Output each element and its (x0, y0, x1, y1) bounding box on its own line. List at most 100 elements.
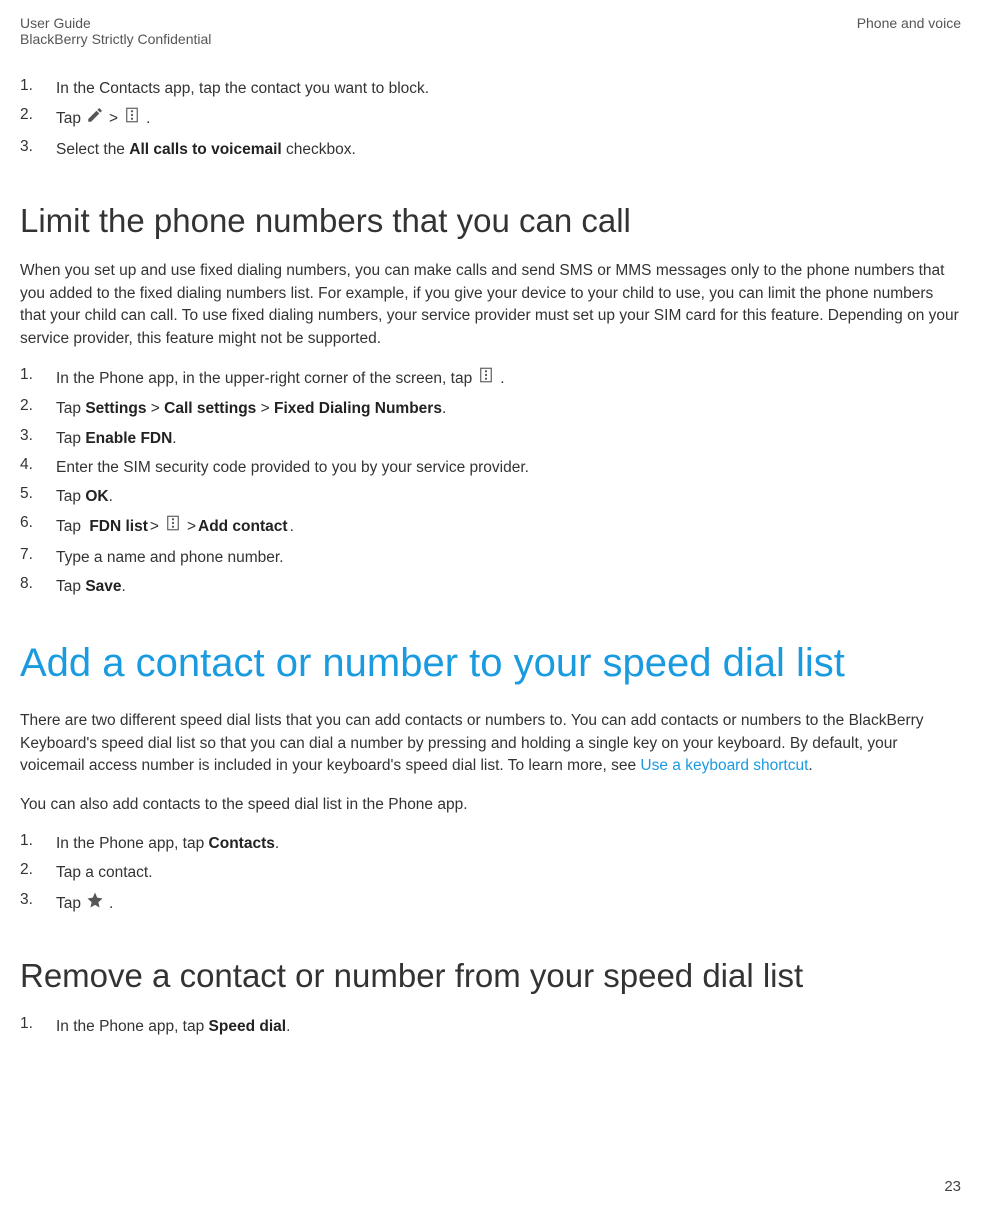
step-text: Enter the SIM security code provided to … (56, 456, 961, 479)
page-number: 23 (944, 1178, 961, 1195)
bold-text: Settings (85, 400, 146, 417)
block1-steps: 1. In the Contacts app, tap the contact … (20, 77, 961, 161)
bold-text: All calls to voicemail (129, 141, 281, 158)
text-fragment: Tap (56, 400, 85, 417)
list-item: 6. Tap FDN list > > Add contact. (20, 514, 961, 539)
header-user-guide: User Guide (20, 15, 211, 31)
list-item: 1. In the Contacts app, tap the contact … (20, 77, 961, 100)
header-left: User Guide BlackBerry Strictly Confident… (20, 15, 211, 47)
text-fragment: > (109, 107, 118, 130)
section2-para2: You can also add contacts to the speed d… (20, 794, 961, 816)
step-text: Tap Enable FDN. (56, 427, 961, 450)
bold-text: Call settings (164, 400, 256, 417)
step-text: In the Phone app, in the upper-right cor… (56, 366, 961, 391)
text-fragment: Select the (56, 141, 129, 158)
list-item: 1. In the Phone app, in the upper-right … (20, 366, 961, 391)
text-fragment: . (275, 835, 279, 852)
link-keyboard-shortcut[interactable]: Use a keyboard shortcut (640, 757, 808, 774)
step-number: 1. (20, 1015, 56, 1038)
text-fragment: Tap (56, 488, 85, 505)
list-item: 8. Tap Save. (20, 575, 961, 598)
section2-steps: 1. In the Phone app, tap Contacts. 2. Ta… (20, 832, 961, 916)
step-text: Tap Settings > Call settings > Fixed Dia… (56, 397, 961, 420)
bold-text: Contacts (209, 835, 275, 852)
header-confidential: BlackBerry Strictly Confidential (20, 31, 211, 47)
more-vert-icon (164, 514, 182, 539)
text-fragment: . (442, 400, 446, 417)
list-item: 5. Tap OK. (20, 485, 961, 508)
bold-text: Save (85, 578, 121, 595)
step-text: In the Contacts app, tap the contact you… (56, 77, 961, 100)
text-fragment: Tap (56, 430, 85, 447)
step-number: 6. (20, 514, 56, 539)
step-number: 3. (20, 138, 56, 161)
step-text: Tap > . (56, 106, 961, 131)
list-item: 1. In the Phone app, tap Contacts. (20, 832, 961, 855)
list-item: 3. Tap Enable FDN. (20, 427, 961, 450)
bold-text: FDN list (89, 515, 148, 538)
text-fragment: . (109, 488, 113, 505)
bold-text: OK (85, 488, 108, 505)
list-item: 2. Tap Settings > Call settings > Fixed … (20, 397, 961, 420)
section3-steps: 1. In the Phone app, tap Speed dial. (20, 1015, 961, 1038)
page-header: User Guide BlackBerry Strictly Confident… (20, 15, 961, 47)
step-number: 1. (20, 77, 56, 100)
step-text: Tap . (56, 891, 961, 916)
text-fragment: . (500, 367, 504, 390)
step-text: Tap FDN list > > Add contact. (56, 514, 961, 539)
list-item: 3. Tap . (20, 891, 961, 916)
text-fragment: . (122, 578, 126, 595)
section-heading-remove: Remove a contact or number from your spe… (20, 956, 961, 996)
edit-icon (86, 106, 104, 131)
step-text: Select the All calls to voicemail checkb… (56, 138, 961, 161)
section-heading-limit: Limit the phone numbers that you can cal… (20, 201, 961, 241)
step-number: 2. (20, 861, 56, 884)
text-fragment: In the Phone app, tap (56, 1018, 209, 1035)
list-item: 1. In the Phone app, tap Speed dial. (20, 1015, 961, 1038)
step-number: 7. (20, 546, 56, 569)
step-number: 3. (20, 427, 56, 450)
step-number: 4. (20, 456, 56, 479)
text-fragment: . (808, 757, 812, 774)
step-text: In the Phone app, tap Speed dial. (56, 1015, 961, 1038)
header-right: Phone and voice (857, 15, 961, 47)
list-item: 2. Tap > . (20, 106, 961, 131)
step-text: Type a name and phone number. (56, 546, 961, 569)
text-fragment: Tap (56, 578, 85, 595)
section1-steps: 1. In the Phone app, in the upper-right … (20, 366, 961, 598)
text-fragment: Tap (56, 107, 81, 130)
text-fragment: . (286, 1018, 290, 1035)
list-item: 2. Tap a contact. (20, 861, 961, 884)
step-number: 8. (20, 575, 56, 598)
section2-para1: There are two different speed dial lists… (20, 710, 961, 777)
text-fragment: In the Phone app, tap (56, 835, 209, 852)
step-text: Tap OK. (56, 485, 961, 508)
text-fragment: > (150, 515, 159, 538)
text-fragment: > (256, 400, 274, 417)
section1-para: When you set up and use fixed dialing nu… (20, 260, 961, 350)
bold-text: Enable FDN (85, 430, 172, 447)
bold-text: Speed dial (209, 1018, 287, 1035)
list-item: 4. Enter the SIM security code provided … (20, 456, 961, 479)
text-fragment: > (146, 400, 164, 417)
bold-text: Fixed Dialing Numbers (274, 400, 442, 417)
main-heading-speed-dial: Add a contact or number to your speed di… (20, 638, 961, 688)
more-vert-icon (123, 106, 141, 131)
text-fragment: . (146, 107, 150, 130)
more-vert-icon (477, 366, 495, 391)
step-number: 5. (20, 485, 56, 508)
star-icon (86, 891, 104, 916)
step-number: 1. (20, 832, 56, 855)
text-fragment: > (187, 515, 196, 538)
step-text: Tap Save. (56, 575, 961, 598)
list-item: 7. Type a name and phone number. (20, 546, 961, 569)
step-text: Tap a contact. (56, 861, 961, 884)
list-item: 3. Select the All calls to voicemail che… (20, 138, 961, 161)
text-fragment: . (109, 892, 113, 915)
text-fragment: checkbox. (282, 141, 356, 158)
step-number: 2. (20, 106, 56, 131)
step-number: 3. (20, 891, 56, 916)
text-fragment: Tap (56, 515, 81, 538)
text-fragment: In the Phone app, in the upper-right cor… (56, 367, 472, 390)
bold-text: Add contact (198, 515, 288, 538)
